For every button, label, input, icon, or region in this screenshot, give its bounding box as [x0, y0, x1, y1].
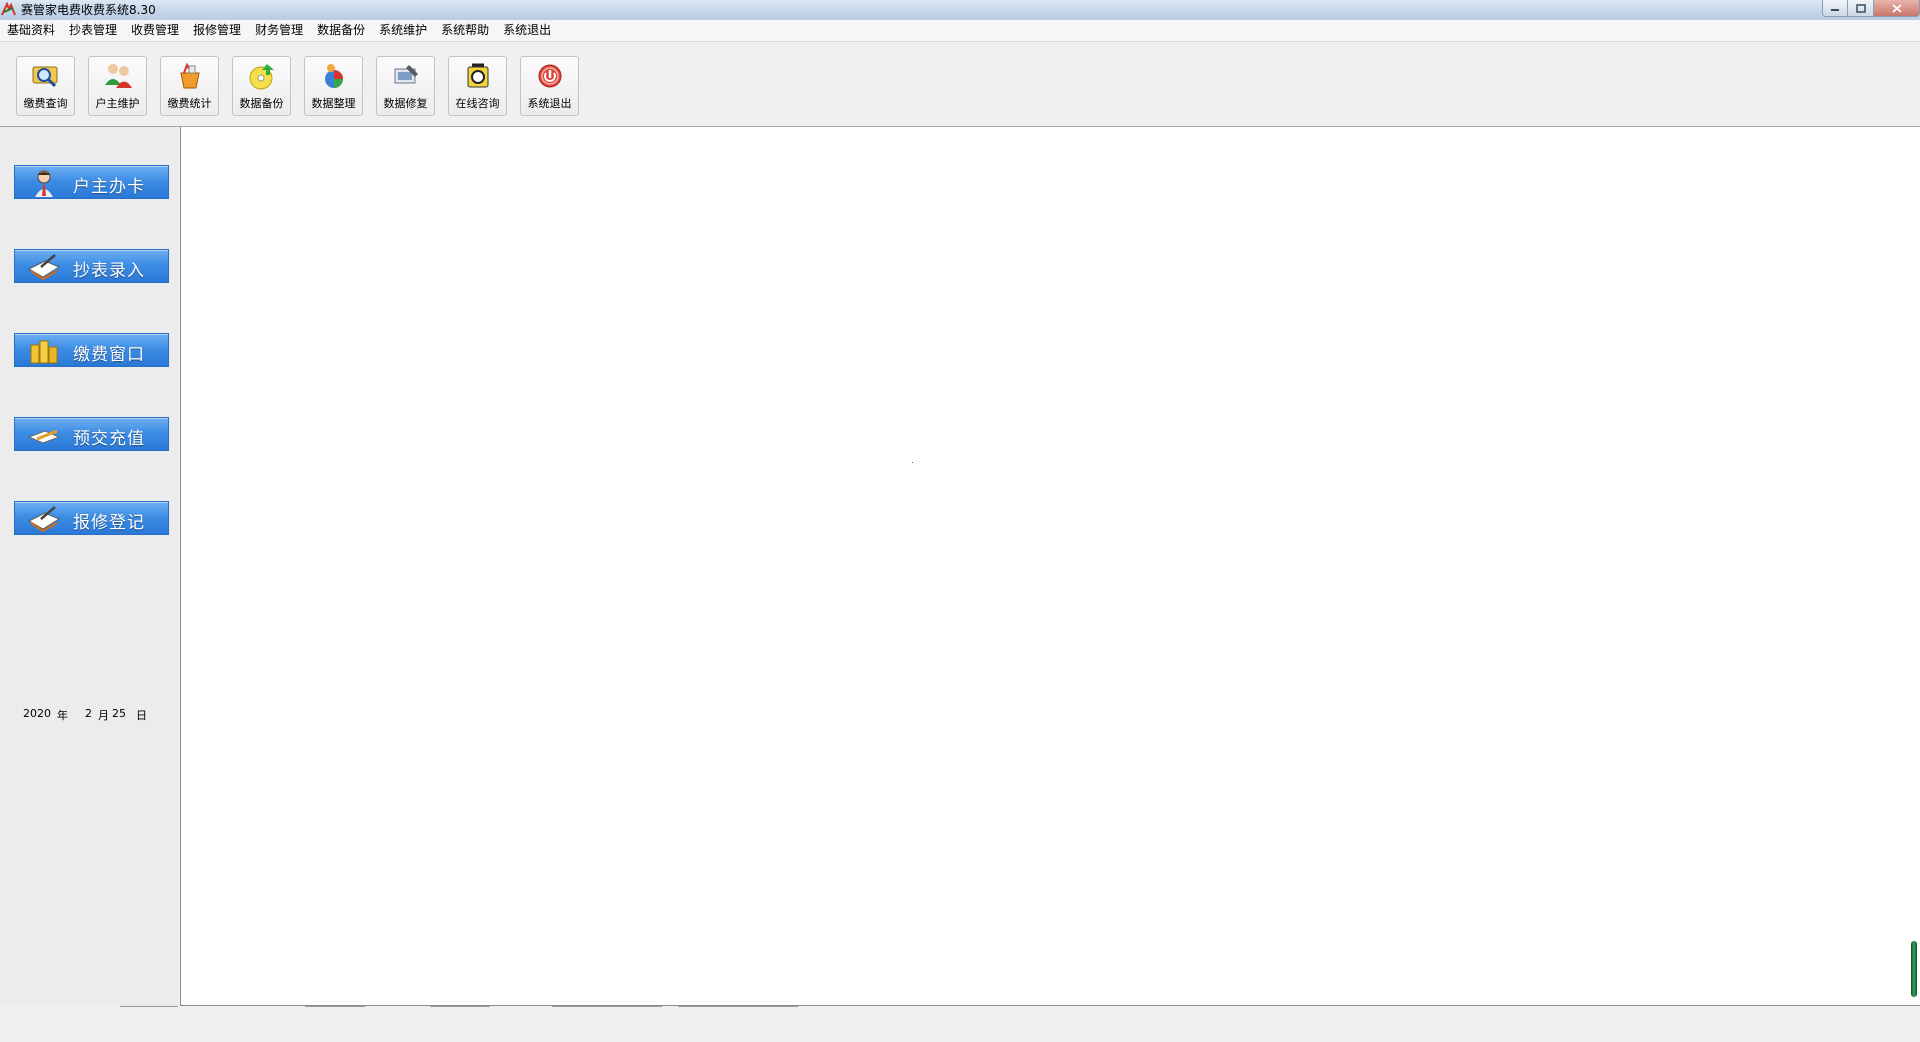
sidebar-label: 户主办卡 — [73, 177, 145, 197]
toolbar-system-exit-button[interactable]: 系统退出 — [520, 56, 579, 116]
toolbar-payment-query-button[interactable]: 缴费查询 — [16, 56, 75, 116]
date-year-unit: 年 — [57, 709, 68, 722]
magnifier-icon — [32, 66, 58, 88]
date-display: 2020 年 2 月 25 日 — [23, 707, 147, 723]
power-icon — [538, 64, 562, 88]
minimize-icon — [1831, 9, 1839, 11]
notebook-pen-icon — [27, 254, 61, 281]
toolbar-label: 在线咨询 — [455, 97, 500, 110]
date-day-unit: 日 — [136, 709, 147, 722]
toolbar-label: 缴费统计 — [167, 97, 212, 110]
toolbar-owner-maintenance-button[interactable]: 户主维护 — [88, 56, 147, 116]
menu-data-backup[interactable]: 数据备份 — [310, 20, 372, 41]
status-bar — [0, 1006, 1920, 1042]
window-title: 赛管家电费收费系统8.30 — [21, 3, 156, 17]
date-year: 2020 — [23, 707, 51, 720]
menu-system-maintenance[interactable]: 系统维护 — [372, 20, 434, 41]
toolbar-payment-statistics-button[interactable]: 缴费统计 — [160, 56, 219, 116]
menu-meter-reading[interactable]: 抄表管理 — [62, 20, 124, 41]
title-bar: 赛管家电费收费系统8.30 — [0, 0, 1920, 20]
status-segment — [552, 1006, 662, 1011]
toolbar-label: 数据整理 — [311, 97, 356, 110]
minimize-button[interactable] — [1822, 0, 1848, 17]
toolbar: 缴费查询 户主维护 缴费统计 数据备份 数据整理 数据修复 在线咨询 系统退出 — [0, 42, 1920, 127]
sidebar-prepay-topup-button[interactable]: 预交充值 — [14, 417, 169, 451]
sidebar-label: 预交充值 — [73, 429, 145, 449]
scroll-indicator[interactable] — [1911, 941, 1917, 997]
app-logo-icon — [1, 2, 16, 16]
toolbar-data-backup-button[interactable]: 数据备份 — [232, 56, 291, 116]
close-icon — [1891, 3, 1902, 13]
menu-basic-data[interactable]: 基础资料 — [0, 20, 62, 41]
date-day: 25 — [112, 707, 126, 720]
content-dot — [912, 462, 913, 463]
person-icon — [35, 170, 53, 197]
main-content-area — [180, 127, 1920, 1006]
close-button[interactable] — [1874, 0, 1920, 17]
menu-system-help[interactable]: 系统帮助 — [434, 20, 496, 41]
menu-charging[interactable]: 收费管理 — [124, 20, 186, 41]
date-month: 2 — [85, 707, 92, 720]
pie-chart-icon — [325, 64, 343, 88]
toolbar-data-repair-button[interactable]: 数据修复 — [376, 56, 435, 116]
maximize-button[interactable] — [1848, 0, 1874, 17]
users-icon — [105, 64, 132, 88]
sidebar-repair-register-button[interactable]: 报修登记 — [14, 501, 169, 535]
sidebar-label: 缴费窗口 — [73, 345, 145, 365]
card-pen-icon — [27, 429, 61, 444]
notebook-pen-icon — [27, 506, 61, 533]
backup-disc-icon — [249, 64, 274, 90]
status-segment — [430, 1006, 490, 1011]
toolbar-data-organize-button[interactable]: 数据整理 — [304, 56, 363, 116]
toolbar-label: 系统退出 — [527, 97, 572, 110]
sidebar-label: 报修登记 — [73, 513, 145, 533]
statistics-icon — [180, 62, 200, 89]
repair-icon — [394, 65, 418, 84]
date-month-unit: 月 — [98, 709, 109, 722]
sidebar-label: 抄表录入 — [73, 261, 145, 281]
left-panel: 户主办卡 抄表录入 缴费窗口 预交充值 报修登记 2020 年 2 月 25 日 — [0, 127, 179, 1042]
toolbar-label: 数据备份 — [239, 97, 284, 110]
status-segment — [120, 1006, 178, 1011]
toolbar-label: 户主维护 — [95, 97, 140, 110]
status-segment — [305, 1006, 365, 1011]
sidebar-owner-card-button[interactable]: 户主办卡 — [14, 165, 169, 199]
menu-bar: 基础资料 抄表管理 收费管理 报修管理 财务管理 数据备份 系统维护 系统帮助 … — [0, 20, 1920, 42]
status-segment — [678, 1006, 798, 1011]
coins-icon — [30, 340, 58, 364]
maximize-icon — [1855, 3, 1866, 13]
toolbar-online-consult-button[interactable]: 在线咨询 — [448, 56, 507, 116]
toolbar-label: 缴费查询 — [23, 97, 68, 110]
menu-system-exit[interactable]: 系统退出 — [496, 20, 558, 41]
menu-repair[interactable]: 报修管理 — [186, 20, 248, 41]
sidebar-meter-entry-button[interactable]: 抄表录入 — [14, 249, 169, 283]
consult-icon — [467, 63, 489, 88]
toolbar-label: 数据修复 — [383, 97, 428, 110]
menu-finance[interactable]: 财务管理 — [248, 20, 310, 41]
sidebar-payment-window-button[interactable]: 缴费窗口 — [14, 333, 169, 367]
